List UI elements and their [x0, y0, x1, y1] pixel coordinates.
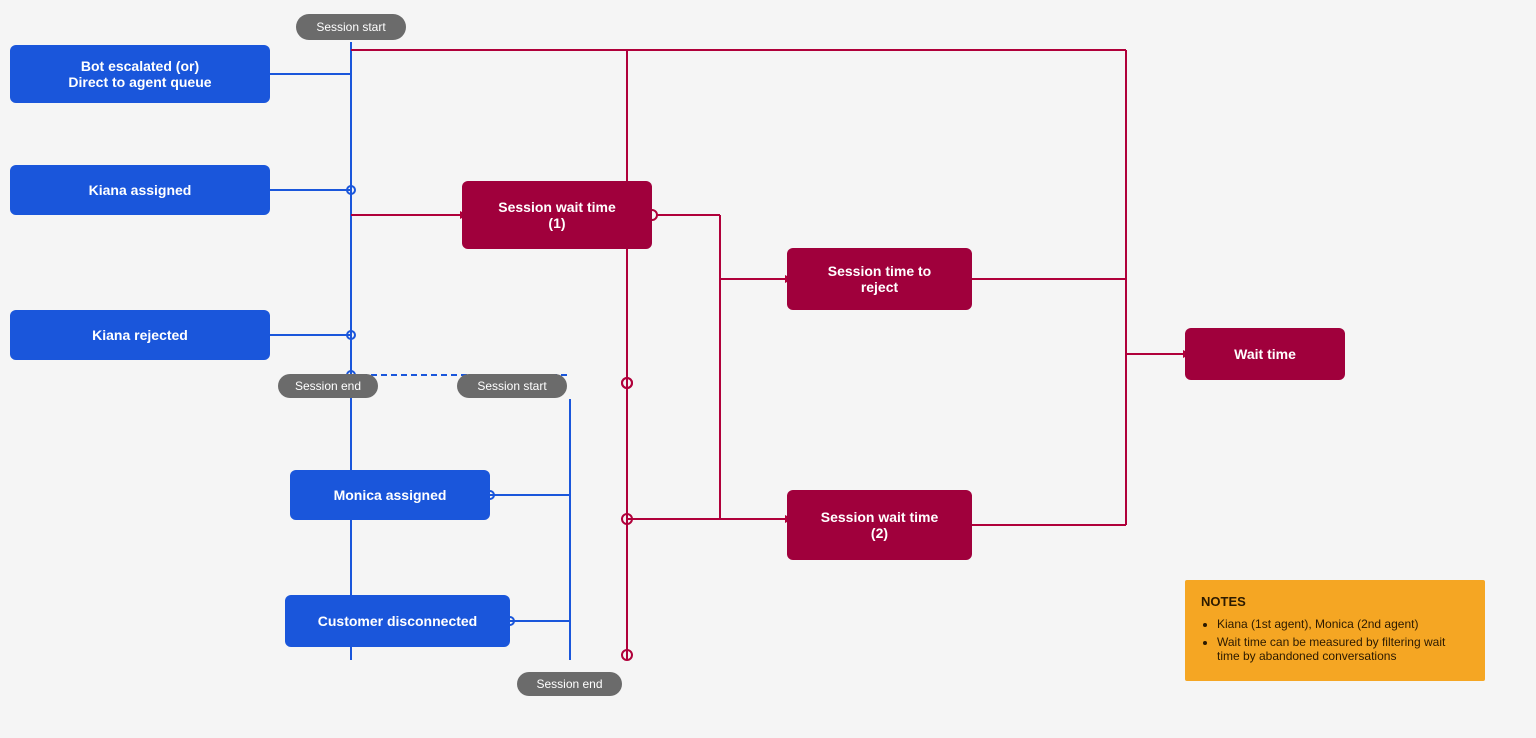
monica-assigned-node: Monica assigned: [290, 470, 490, 520]
session-start-top-pill: Session start: [296, 14, 406, 40]
bot-escalated-label: Bot escalated (or) Direct to agent queue: [68, 58, 211, 90]
customer-disconnected-label: Customer disconnected: [318, 613, 477, 629]
kiana-rejected-label: Kiana rejected: [92, 327, 188, 343]
wait-time-node: Wait time: [1185, 328, 1345, 380]
diagram: Bot escalated (or) Direct to agent queue…: [0, 0, 1536, 738]
session-end-1-label: Session end: [295, 379, 361, 393]
monica-assigned-label: Monica assigned: [334, 487, 447, 503]
session-end-2-pill: Session end: [517, 672, 622, 696]
session-start-2-pill: Session start: [457, 374, 567, 398]
session-time-to-reject-label: Session time to reject: [828, 263, 931, 295]
session-end-2-label: Session end: [536, 677, 602, 691]
notes-title: NOTES: [1201, 594, 1469, 609]
customer-disconnected-node: Customer disconnected: [285, 595, 510, 647]
notes-item-1: Kiana (1st agent), Monica (2nd agent): [1217, 617, 1469, 631]
notes-box: NOTES Kiana (1st agent), Monica (2nd age…: [1185, 580, 1485, 681]
bot-escalated-node: Bot escalated (or) Direct to agent queue: [10, 45, 270, 103]
session-wait-time-2-label: Session wait time (2): [821, 509, 938, 541]
session-wait-time-1-label: Session wait time (1): [498, 199, 615, 231]
session-wait-time-1-node: Session wait time (1): [462, 181, 652, 249]
session-start-2-label: Session start: [477, 379, 546, 393]
kiana-assigned-node: Kiana assigned: [10, 165, 270, 215]
session-time-to-reject-node: Session time to reject: [787, 248, 972, 310]
session-start-top-label: Session start: [316, 20, 385, 34]
kiana-rejected-node: Kiana rejected: [10, 310, 270, 360]
notes-list: Kiana (1st agent), Monica (2nd agent) Wa…: [1217, 617, 1469, 663]
session-wait-time-2-node: Session wait time (2): [787, 490, 972, 560]
wait-time-label: Wait time: [1234, 346, 1296, 362]
session-end-1-pill: Session end: [278, 374, 378, 398]
kiana-assigned-label: Kiana assigned: [89, 182, 192, 198]
notes-item-2: Wait time can be measured by filtering w…: [1217, 635, 1469, 663]
